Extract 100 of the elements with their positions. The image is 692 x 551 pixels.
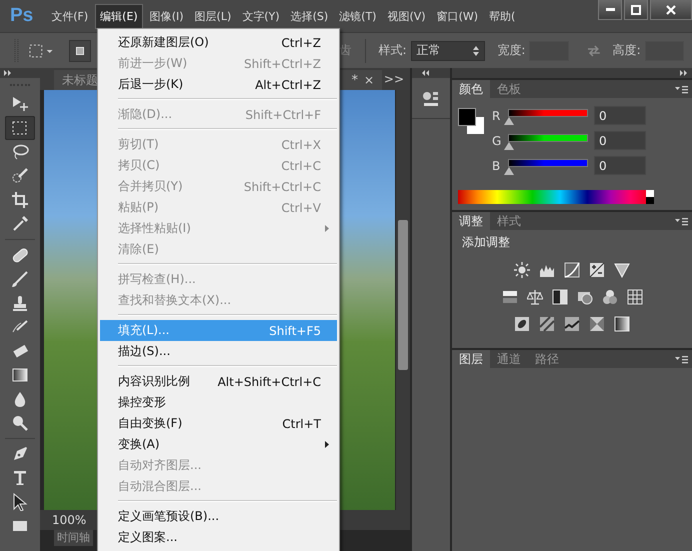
menu-item[interactable]: 变换(A): [98, 434, 339, 455]
modified-mark: *: [351, 72, 358, 88]
channel-label: B: [492, 158, 502, 172]
menu-item-label: 拼写检查(H)...: [118, 271, 196, 288]
panel-menu-icon[interactable]: [675, 84, 688, 94]
plus-minus-icon[interactable]: [589, 262, 605, 278]
menu-shortcut: Ctrl+X: [281, 138, 321, 152]
panel-menu-icon[interactable]: [675, 216, 688, 226]
menu-item-label: 查找和替换文本(X)...: [118, 292, 232, 309]
tool-button[interactable]: [5, 116, 35, 140]
menu-shortcut: Shift+F5: [269, 324, 321, 338]
channel-value-field[interactable]: 0: [594, 106, 646, 125]
menu-item-label: 自由变换(F): [118, 415, 182, 432]
zigzag-icon[interactable]: [564, 316, 580, 332]
menu-item[interactable]: 描边(S)...: [98, 341, 339, 362]
maximize-icon: [631, 4, 641, 14]
menu-item[interactable]: 还原新建图层(O) Ctrl+Z: [98, 32, 339, 53]
style-value: 正常: [416, 42, 440, 59]
style-label: 样式:: [378, 42, 406, 59]
marquee-icon: [11, 119, 29, 137]
hourglass-icon[interactable]: [589, 316, 605, 332]
menu-shortcut: Ctrl+C: [281, 158, 321, 172]
minimize-button[interactable]: [598, 0, 622, 20]
collapse-button[interactable]: >>: [384, 72, 404, 86]
close-button[interactable]: [650, 0, 692, 20]
menu-item[interactable]: 图层(L): [190, 4, 236, 28]
panel-tab[interactable]: 颜色: [452, 80, 490, 98]
panel-tab[interactable]: 图层: [452, 350, 490, 368]
menu-item-label: 还原新建图层(O): [118, 34, 209, 51]
menu-item-label: 定义图案...: [118, 529, 178, 546]
menu-item[interactable]: 文件(F): [47, 4, 92, 28]
triangle-icon[interactable]: [614, 262, 630, 278]
scroll-thumb[interactable]: [398, 220, 408, 370]
sun-icon[interactable]: [514, 262, 530, 278]
camera-icon[interactable]: [576, 289, 592, 305]
three-circles-icon[interactable]: [602, 289, 618, 305]
half-square-icon[interactable]: [552, 289, 568, 305]
crop-icon: [11, 191, 29, 209]
new-selection-button[interactable]: [69, 40, 92, 62]
minimize-icon: [606, 8, 614, 11]
menu-item[interactable]: 操控变形: [98, 392, 339, 413]
curve-grid-icon[interactable]: [564, 262, 580, 278]
menu-item[interactable]: 定义画笔预设(B)...: [98, 506, 339, 527]
grid-icon[interactable]: [626, 289, 642, 305]
channel-value-field[interactable]: 0: [594, 131, 646, 150]
slider-thumb[interactable]: [504, 166, 514, 174]
gradient-bars-icon[interactable]: [502, 289, 518, 305]
stamp-icon: [11, 294, 29, 312]
panel-menu-icon[interactable]: [675, 354, 688, 364]
menu-item[interactable]: 后退一步(K) Alt+Ctrl+Z: [98, 74, 339, 95]
marquee-icon[interactable]: [28, 42, 54, 60]
gradient-icon: [11, 366, 29, 384]
expand-icon[interactable]: [680, 70, 688, 76]
channel-value-field[interactable]: 0: [594, 156, 646, 175]
menu-shortcut: Alt+Shift+Ctrl+C: [218, 374, 321, 388]
color-spectrum[interactable]: [458, 190, 654, 204]
menu-item-label: 合并拷贝(Y): [118, 178, 183, 195]
menu-item-label: 描边(S)...: [118, 343, 170, 360]
properties-icon[interactable]: [422, 90, 440, 108]
diagonal-stripes-icon[interactable]: [539, 316, 555, 332]
height-label: 高度:: [612, 42, 641, 59]
menu-shortcut: Ctrl+T: [282, 416, 321, 430]
style-dropdown[interactable]: 正常: [410, 40, 486, 60]
invert-icon[interactable]: [514, 316, 530, 332]
maximize-button[interactable]: [624, 0, 648, 20]
menu-item[interactable]: 自由变换(F) Ctrl+T: [98, 413, 339, 434]
expand-icon[interactable]: [4, 70, 12, 76]
menu-item[interactable]: 图像(I): [146, 4, 188, 28]
menu-item-label: 操控变形: [118, 394, 166, 411]
slider-thumb[interactable]: [504, 142, 514, 150]
menu-item-label: 拷贝(C): [118, 157, 160, 174]
menu-item[interactable]: 选择(S): [286, 4, 332, 28]
menu-item[interactable]: 内容识别比例 Alt+Shift+Ctrl+C: [98, 371, 339, 392]
panel-tab[interactable]: 调整: [452, 212, 490, 230]
menu-item[interactable]: 定义图案...: [98, 527, 339, 548]
collapse-icon[interactable]: [422, 70, 430, 76]
adjustments-title: 添加调整: [462, 234, 511, 251]
document-title: 未标题: [62, 72, 98, 88]
zoom-level: 100%: [52, 513, 86, 527]
menu-item-label: 定义画笔预设(B)...: [118, 508, 220, 525]
tab-close-button[interactable]: ×: [364, 73, 374, 87]
menu-item-label: 后退一步(K): [118, 76, 184, 93]
width-label: 宽度:: [497, 42, 526, 59]
menu-shortcut: Shift+Ctrl+Z: [244, 56, 321, 70]
menu-item[interactable]: 文字(Y): [238, 4, 284, 28]
menu-item[interactable]: 帮助(: [485, 4, 520, 28]
menu-item-label: 粘贴(P): [118, 199, 159, 216]
slider-thumb[interactable]: [504, 116, 514, 124]
channel-label: G: [492, 134, 502, 148]
gradient-square-icon[interactable]: [614, 316, 630, 332]
menu-item[interactable]: 滤镜(T): [335, 4, 380, 28]
timeline-tab[interactable]: 时间轴: [54, 530, 93, 546]
menu-item[interactable]: 视图(V): [383, 4, 430, 28]
scales-icon[interactable]: [526, 289, 542, 305]
menu-item[interactable]: 编辑(E): [95, 4, 143, 28]
eyedropper-icon: [11, 215, 29, 233]
color-swatches[interactable]: [458, 108, 484, 134]
square-icon: [76, 46, 84, 56]
menu-item[interactable]: 窗口(W): [432, 4, 482, 28]
menu-item-label: 前进一步(W): [118, 55, 188, 72]
